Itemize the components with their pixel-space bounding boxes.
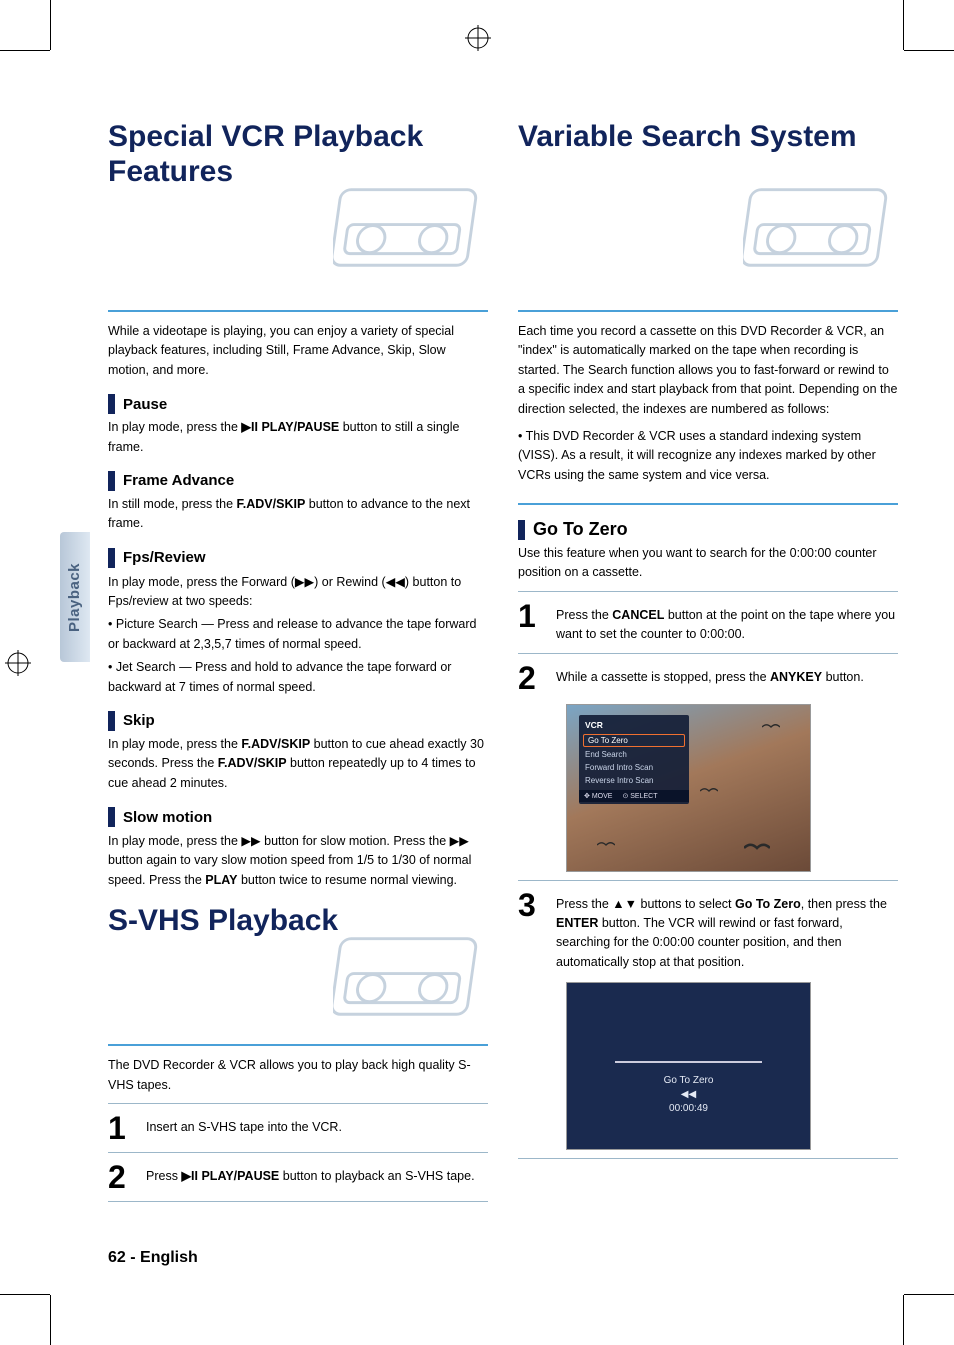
sidebar-tab-playback: Playback: [60, 532, 90, 662]
osd-menu-header: VCR: [579, 719, 689, 733]
heading-special-vcr: Special VCR Playback Features: [108, 120, 488, 189]
page-number: 62 - English: [108, 1249, 198, 1267]
frame-text: In still mode, press the F.ADV/SKIP butt…: [108, 495, 488, 534]
registration-mark-icon: [465, 25, 491, 51]
gotozero-step-1: 1 Press the CANCEL button at the point o…: [518, 600, 898, 645]
cassette-icon: [743, 180, 898, 275]
rewind-icon: ◀◀: [386, 574, 405, 589]
skip-text: In play mode, press the F.ADV/SKIP butto…: [108, 735, 488, 793]
osd-menu-item-selected: Go To Zero: [583, 734, 685, 747]
right-column: Variable Search System Each time you rec…: [518, 120, 898, 1210]
variable-search-note: • This DVD Recorder & VCR uses a standar…: [518, 427, 898, 485]
osd-menu-item: Forward Intro Scan: [579, 761, 689, 774]
svhs-step-1: 1 Insert an S-VHS tape into the VCR.: [108, 1112, 488, 1144]
fast-forward-icon: ▶▶: [295, 574, 314, 589]
svhs-intro: The DVD Recorder & VCR allows you to pla…: [108, 1056, 488, 1095]
osd-menu-item: End Search: [579, 748, 689, 761]
rewind-icon: ◀◀: [567, 1089, 810, 1100]
osd-footer-move: ✥ MOVE: [584, 792, 612, 800]
gotozero-text: Use this feature when you want to search…: [518, 544, 898, 583]
variable-search-intro: Each time you record a cassette on this …: [518, 322, 898, 419]
section-go-to-zero: Go To Zero: [518, 519, 898, 540]
fast-forward-icon: ▶▶: [450, 833, 469, 848]
heading-variable-search: Variable Search System: [518, 120, 898, 155]
osd-status-time: 00:00:49: [567, 1103, 810, 1114]
osd-status-label: Go To Zero: [567, 1075, 810, 1086]
gotozero-step-3: 3 Press the ▲▼ buttons to select Go To Z…: [518, 889, 898, 973]
pause-text: In play mode, press the ▶II PLAY/PAUSE b…: [108, 418, 488, 457]
osd-screenshot-menu: VCR Go To Zero End Search Forward Intro …: [566, 704, 811, 872]
left-column: Special VCR Playback Features While a vi…: [108, 120, 488, 1210]
svhs-step-2: 2 Press ▶II PLAY/PAUSE button to playbac…: [108, 1161, 488, 1193]
osd-menu-item: Reverse Intro Scan: [579, 774, 689, 787]
fast-forward-icon: ▶▶: [241, 833, 260, 848]
section-frame-advance: Frame Advance: [108, 471, 488, 491]
intro-text: While a videotape is playing, you can en…: [108, 322, 488, 380]
registration-mark-icon: [5, 650, 31, 676]
cassette-icon: [333, 929, 488, 1024]
fps-text: In play mode, press the Forward (▶▶) or …: [108, 572, 488, 697]
osd-footer-select: ⊙ SELECT: [622, 792, 657, 800]
sidebar-tab-label: Playback: [67, 562, 84, 631]
cassette-icon: [333, 180, 488, 275]
slow-text: In play mode, press the ▶▶ button for sl…: [108, 831, 488, 890]
osd-screenshot-status: Go To Zero ◀◀ 00:00:49: [566, 982, 811, 1150]
osd-menu: VCR Go To Zero End Search Forward Intro …: [579, 715, 689, 804]
gotozero-step-2: 2 While a cassette is stopped, press the…: [518, 662, 898, 694]
section-skip: Skip: [108, 711, 488, 731]
section-fps-review: Fps/Review: [108, 548, 488, 568]
updown-arrows-icon: ▲▼: [612, 897, 637, 911]
section-pause: Pause: [108, 394, 488, 414]
section-slow-motion: Slow motion: [108, 807, 488, 827]
